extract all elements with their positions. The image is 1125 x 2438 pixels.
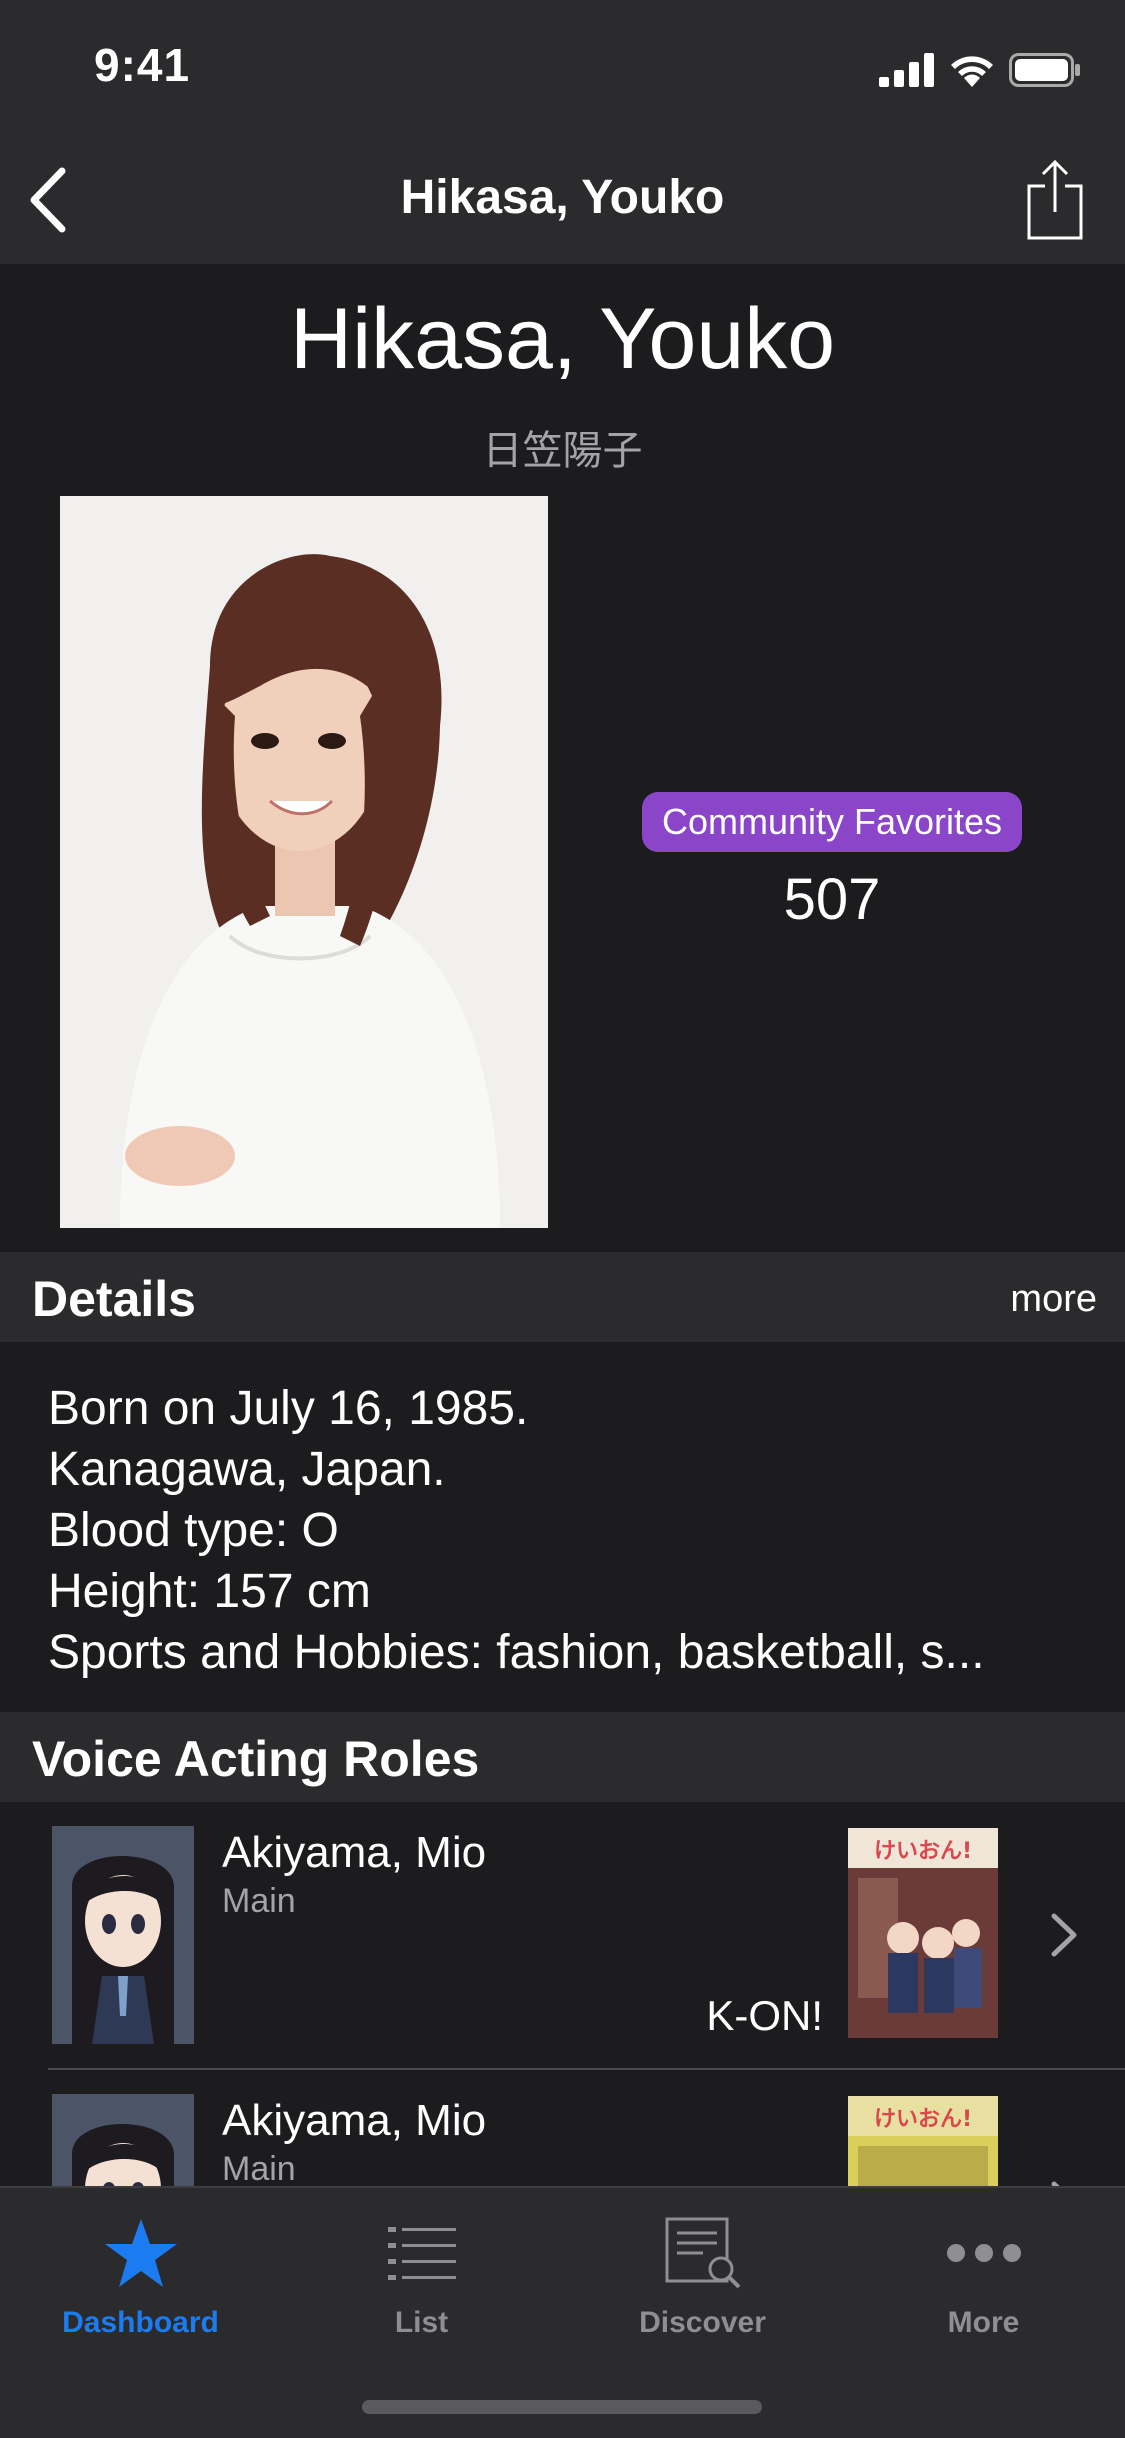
nav-title: Hikasa, Youko — [400, 171, 725, 224]
star-icon — [0, 2210, 281, 2296]
status-icons — [879, 48, 1081, 92]
status-time: 9:41 — [94, 39, 191, 91]
details-line: Height: 157 cm — [48, 1565, 371, 1618]
roles-section-header: Voice Acting Roles — [0, 1712, 1125, 1802]
chevron-right-icon — [1051, 1913, 1077, 1957]
tab-discover[interactable]: Discover — [562, 2210, 843, 2360]
details-text: Born on July 16, 1985. Kanagawa, Japan. … — [48, 1378, 1088, 1683]
tab-more[interactable]: More — [843, 2210, 1124, 2360]
list-icon — [281, 2210, 562, 2296]
role-type: Main — [222, 1882, 296, 1920]
person-portrait-image — [60, 496, 548, 1228]
tab-label: Discover — [639, 2306, 766, 2339]
chevron-right-icon — [1051, 2181, 1060, 2186]
roles-list: Akiyama, Mio Main K-ON! けいおん! Akiyama, M… — [0, 1802, 1125, 2186]
details-line: Kanagawa, Japan. — [48, 1443, 446, 1496]
wifi-icon — [951, 56, 993, 87]
native-name: 日笠陽子 — [482, 428, 643, 474]
tab-dashboard[interactable]: Dashboard — [0, 2210, 281, 2360]
character-image — [52, 1826, 194, 2044]
character-thumbnail — [52, 2094, 194, 2186]
discover-icon — [562, 2210, 843, 2296]
tab-label: More — [947, 2306, 1020, 2339]
share-button[interactable] — [1015, 150, 1095, 250]
tab-list[interactable]: List — [281, 2210, 562, 2360]
anime-cover: けいおん! — [848, 1828, 998, 2038]
battery-icon — [1009, 53, 1080, 87]
favorites-count: 507 — [783, 867, 881, 932]
details-section-header: Details more — [0, 1252, 1125, 1342]
details-line: Blood type: O — [48, 1504, 339, 1557]
svg-text:けいおん!: けいおん! — [874, 2107, 972, 2132]
home-indicator — [362, 2400, 762, 2414]
roles-title: Voice Acting Roles — [32, 1731, 480, 1787]
svg-text:けいおん!: けいおん! — [874, 1839, 972, 1864]
details-line: Born on July 16, 1985. — [48, 1382, 529, 1435]
details-title: Details — [32, 1271, 196, 1327]
share-icon — [1027, 159, 1083, 240]
tab-label: List — [394, 2306, 449, 2339]
character-thumbnail — [52, 1826, 194, 2044]
character-image — [52, 2094, 194, 2186]
anime-title: K-ON! — [706, 1992, 823, 2039]
more-icon — [843, 2210, 1124, 2296]
person-name: Hikasa, Youko — [289, 291, 836, 387]
cellular-signal-icon — [879, 53, 934, 87]
anime-cover-image: けいおん! — [848, 1828, 998, 2038]
profile-photo — [60, 496, 548, 1228]
role-type: Main — [222, 2150, 296, 2186]
role-row[interactable]: Akiyama, Mio Main けいおん! — [0, 2070, 1125, 2186]
details-more-button[interactable]: more — [1010, 1278, 1097, 1321]
anime-cover-image: けいおん! — [848, 2096, 998, 2186]
role-row[interactable]: Akiyama, Mio Main K-ON! けいおん! — [0, 1802, 1125, 2070]
character-name: Akiyama, Mio — [222, 2096, 487, 2145]
top-bar: 9:41 Hikasa, Youko — [0, 0, 1125, 264]
character-name: Akiyama, Mio — [222, 1828, 487, 1877]
details-line: Sports and Hobbies: fashion, basketball,… — [48, 1626, 985, 1679]
favorites-badge: Community Favorites — [642, 792, 1022, 852]
anime-cover: けいおん! — [848, 2096, 998, 2186]
tab-label: Dashboard — [62, 2306, 219, 2339]
